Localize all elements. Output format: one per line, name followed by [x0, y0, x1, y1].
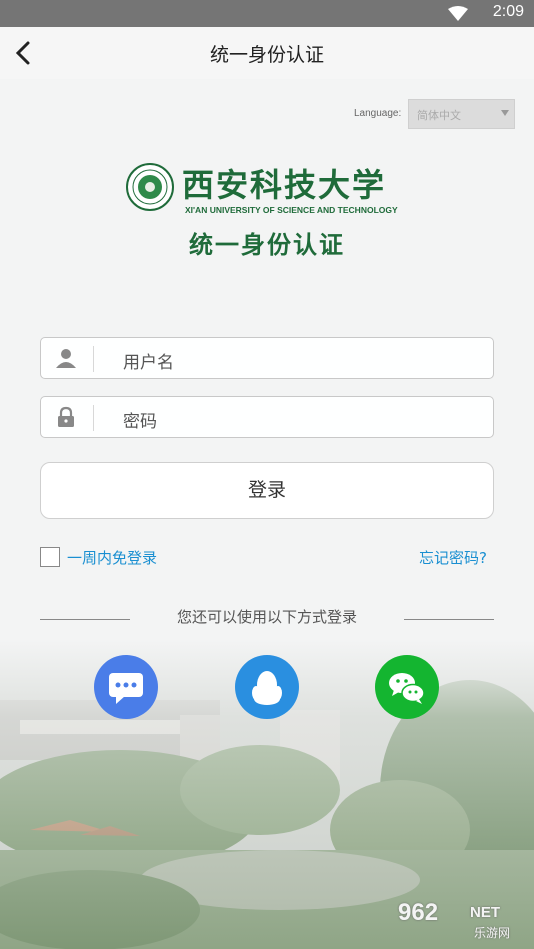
login-button[interactable]: 登录	[40, 462, 494, 519]
language-select[interactable]: 简体中文	[408, 99, 515, 129]
watermark-subtitle: 乐游网	[474, 926, 511, 940]
lock-icon	[58, 406, 74, 427]
app-bar: 统一身份认证	[0, 27, 534, 79]
app-bar-title: 统一身份认证	[209, 44, 324, 66]
password-placeholder: 密码	[123, 412, 157, 432]
forgot-password-link[interactable]: 忘记密码?	[419, 547, 487, 568]
username-placeholder: 用户名	[123, 353, 174, 373]
sms-login-button[interactable]	[94, 655, 158, 719]
remember-label[interactable]: 一周内免登录	[67, 547, 157, 568]
message-icon	[109, 673, 143, 704]
university-name-cn: 西安科技大学	[182, 166, 387, 204]
university-name-en: XI'AN UNIVERSITY OF SCIENCE AND TECHNOLO…	[185, 205, 398, 215]
watermark-number: 962	[398, 899, 439, 926]
remember-checkbox[interactable]	[40, 547, 60, 567]
qq-penguin-icon	[252, 671, 282, 705]
divider-right	[404, 619, 494, 620]
wechat-login-button[interactable]	[375, 655, 439, 719]
status-time: 2:09	[492, 3, 524, 20]
language-label: Language:	[354, 108, 402, 119]
wechat-icon	[389, 673, 425, 704]
page-heading: 统一身份认证	[189, 231, 345, 259]
password-field[interactable]: 密码	[40, 396, 494, 438]
field-separator	[93, 405, 94, 431]
field-separator	[93, 346, 94, 372]
status-bar: 2:09	[0, 0, 534, 27]
dropdown-arrow-icon	[501, 110, 509, 116]
username-field[interactable]: 用户名	[40, 337, 494, 379]
alt-login-text: 您还可以使用以下方式登录	[176, 608, 357, 626]
wifi-icon	[448, 6, 468, 21]
user-icon	[56, 349, 76, 368]
watermark-net: NET	[470, 904, 500, 921]
language-selected-value: 简体中文	[417, 109, 461, 122]
qq-login-button[interactable]	[235, 655, 299, 719]
university-emblem-icon	[126, 163, 174, 211]
